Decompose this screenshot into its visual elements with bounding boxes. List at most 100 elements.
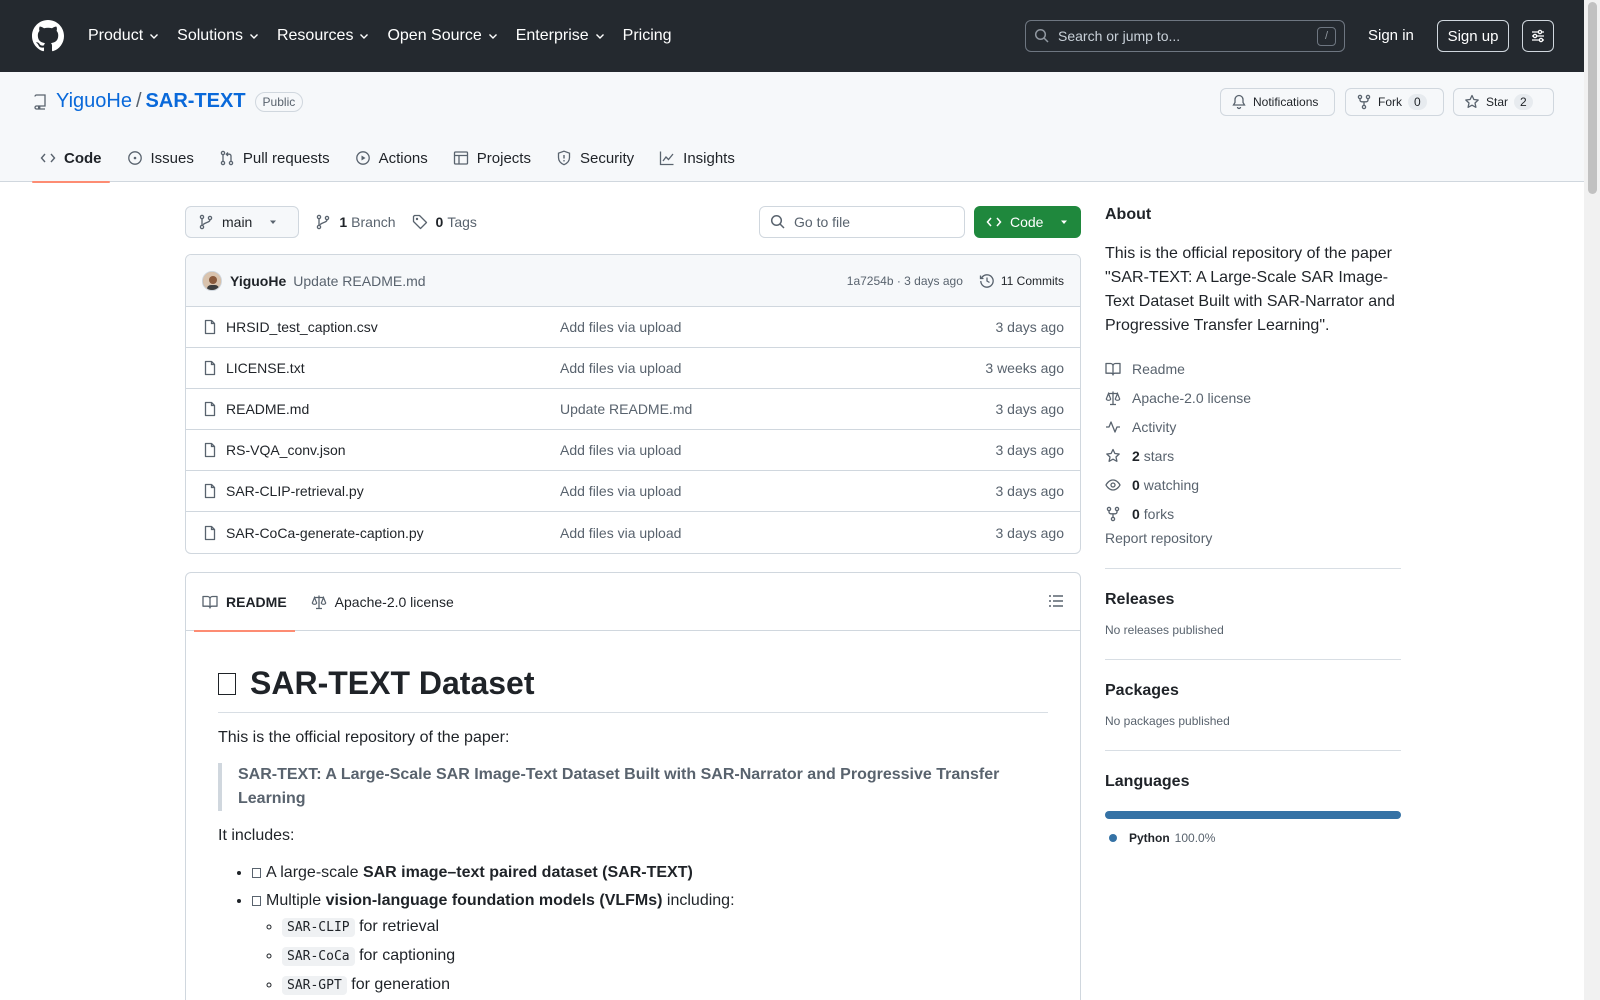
link-label: stars (1143, 447, 1175, 464)
nav-solutions[interactable]: Solutions (177, 27, 260, 45)
search-placeholder: Search or jump to... (1058, 28, 1181, 44)
file-row[interactable]: RS-VQA_conv.json Add files via upload 3 da… (186, 430, 1080, 471)
nav-pricing[interactable]: Pricing (623, 27, 672, 45)
github-logo-icon[interactable] (32, 20, 64, 52)
code-icon (986, 217, 1002, 227)
license-link[interactable]: Apache-2.0 license (1105, 383, 1401, 412)
releases-heading[interactable]: Releases (1105, 591, 1401, 609)
main-column: main 1 Branch 0 Tags Go to file Code Yig… (185, 206, 1081, 1000)
nav-enterprise[interactable]: Enterprise (516, 27, 606, 45)
list-item: SAR-CoCa for captioning (282, 942, 1048, 971)
watching-link[interactable]: 0 watching (1105, 470, 1401, 499)
readme-link[interactable]: Readme (1105, 354, 1401, 383)
nav-product[interactable]: Product (88, 27, 160, 45)
packages-note: No packages published (1105, 714, 1230, 728)
file-commit-message[interactable]: Add files via upload (560, 442, 681, 458)
commits-link[interactable]: 11 Commits (979, 273, 1064, 289)
tab-projects[interactable]: Projects (445, 134, 539, 182)
file-commit-date: 3 days ago (995, 483, 1065, 499)
readme-title-text: SAR-TEXT Dataset (250, 665, 535, 701)
latest-commit: YiguoHe Update README.md 1a7254b · 3 day… (186, 255, 1080, 307)
play-icon (355, 151, 370, 165)
nav-label: Enterprise (515, 27, 589, 44)
file-icon (204, 525, 216, 540)
file-icon (204, 360, 216, 376)
fork-button[interactable]: Fork 0 (1345, 88, 1444, 116)
file-commit-message[interactable]: Add files via upload (560, 319, 681, 335)
list-item-text: for retrieval (354, 918, 440, 935)
commit-author[interactable]: YiguoHe (230, 273, 286, 289)
file-name-link[interactable]: HRSID_test_caption.csv (226, 319, 378, 335)
file-name-link[interactable]: LICENSE.txt (226, 360, 305, 376)
branches-link[interactable]: 1 Branch (315, 214, 396, 230)
file-name-link[interactable]: RS-VQA_conv.json (226, 442, 346, 458)
file-commit-message[interactable]: Add files via upload (560, 483, 681, 499)
language-item[interactable]: Python 100.0% (1105, 831, 1401, 845)
file-icon (204, 319, 216, 335)
branch-name: main (222, 214, 253, 230)
pulse-icon (1106, 420, 1120, 433)
readme-tabs: README Apache-2.0 license (186, 573, 1080, 632)
code-download-button[interactable]: Code (974, 206, 1081, 238)
page-scrollbar-thumb[interactable] (1588, 2, 1597, 194)
notifications-button[interactable]: Notifications (1220, 88, 1335, 116)
branch-icon (199, 214, 213, 230)
file-row[interactable]: SAR-CLIP-retrieval.py Add files via uploa… (186, 471, 1080, 512)
global-search-input[interactable]: Search or jump to... / (1025, 20, 1345, 52)
repo-icon (34, 93, 46, 110)
tab-pull-requests[interactable]: Pull requests (211, 134, 338, 182)
commit-sha-date[interactable]: 1a7254b · 3 days ago (847, 274, 963, 288)
repo-sidebar: About This is the official repository of… (1105, 206, 1401, 845)
file-commit-message[interactable]: Add files via upload (560, 360, 681, 376)
star-button[interactable]: Star 2 (1453, 88, 1554, 116)
avatar[interactable] (202, 270, 222, 291)
branch-selector[interactable]: main (185, 206, 300, 238)
tab-readme[interactable]: README (194, 573, 295, 632)
link-label: watching (1143, 476, 1200, 493)
sign-in-link[interactable]: Sign in (1368, 27, 1414, 44)
nav-resources[interactable]: Resources (277, 27, 370, 45)
tab-label: Security (579, 149, 635, 167)
list-icon[interactable] (1048, 593, 1064, 609)
fork-count: 0 (1408, 94, 1427, 110)
repository-header: YiguoHe / SAR-TEXT Public Notifications … (0, 72, 1584, 183)
bell-icon (1232, 94, 1246, 110)
notifications-label: Notifications (1253, 95, 1319, 109)
file-name-link[interactable]: SAR-CLIP-retrieval.py (226, 483, 364, 499)
tab-actions[interactable]: Actions (347, 134, 436, 182)
file-commit-message[interactable]: Add files via upload (560, 525, 681, 541)
tab-license[interactable]: Apache-2.0 license (311, 573, 454, 631)
file-name-link[interactable]: SAR-CoCa-generate-caption.py (226, 525, 424, 541)
readme-content: SAR-TEXT Dataset This is the official re… (186, 665, 1080, 1000)
file-commit-message[interactable]: Update README.md (560, 401, 692, 417)
activity-link[interactable]: Activity (1105, 412, 1401, 441)
search-icon (770, 214, 785, 229)
repo-name-link[interactable]: SAR-TEXT (146, 90, 246, 113)
commit-message[interactable]: Update README.md (293, 273, 425, 289)
repo-owner-link[interactable]: YiguoHe (56, 90, 132, 113)
tab-issues[interactable]: Issues (119, 134, 202, 182)
tab-insights[interactable]: Insights (651, 134, 743, 182)
file-row[interactable]: LICENSE.txt Add files via upload 3 weeks a… (186, 348, 1080, 389)
sign-up-button[interactable]: Sign up (1437, 20, 1509, 52)
language-percent: 100.0% (1174, 831, 1216, 845)
report-repository-link[interactable]: Report repository (1105, 530, 1401, 546)
file-row[interactable]: HRSID_test_caption.csv Add files via uplo… (186, 307, 1080, 348)
readme-title: SAR-TEXT Dataset (218, 665, 1048, 713)
stars-link[interactable]: 2 stars (1105, 441, 1401, 470)
fork-icon (1106, 506, 1120, 521)
search-shortcut-key: / (1317, 26, 1336, 46)
forks-link[interactable]: 0 forks (1105, 499, 1401, 528)
nav-open-source[interactable]: Open Source (387, 27, 498, 45)
file-row[interactable]: SAR-CoCa-generate-caption.py Add files vi… (186, 512, 1080, 553)
go-to-file-input[interactable]: Go to file (759, 206, 965, 238)
model-list: SAR-CLIP for retrieval SAR-CoCa for capt… (252, 913, 1048, 1000)
global-nav: Product Solutions Resources Open Source … (88, 27, 689, 45)
tab-security[interactable]: Security (548, 134, 642, 182)
appearance-settings-button[interactable] (1522, 20, 1554, 52)
tags-link[interactable]: 0 Tags (412, 214, 477, 230)
file-name-link[interactable]: README.md (226, 401, 309, 417)
tab-code[interactable]: Code (32, 134, 110, 183)
file-row[interactable]: README.md Update README.md 3 days ago (186, 389, 1080, 430)
packages-heading[interactable]: Packages (1105, 682, 1401, 700)
